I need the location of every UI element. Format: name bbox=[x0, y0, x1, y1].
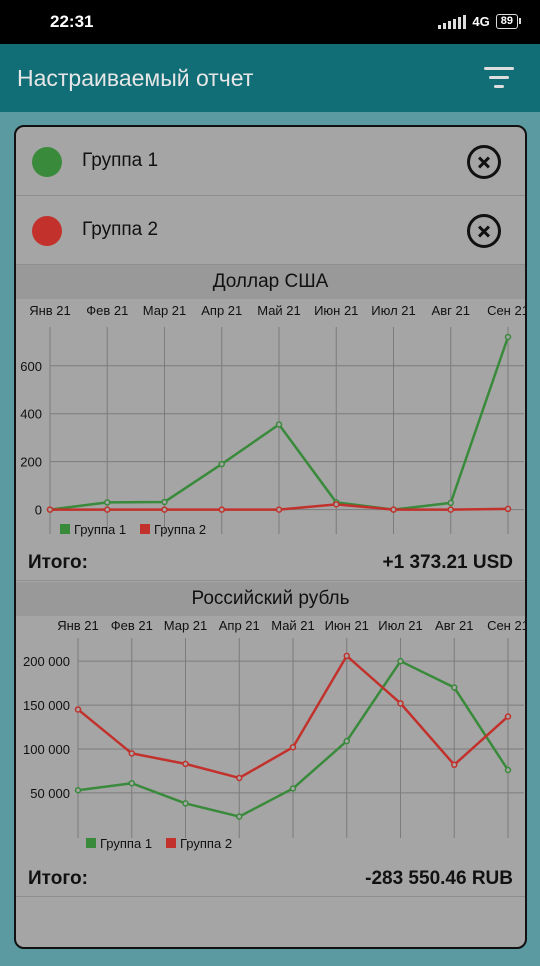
data-point bbox=[397, 657, 404, 665]
data-point bbox=[46, 506, 54, 513]
data-point bbox=[182, 760, 189, 768]
legend-label-1: Группа 1 bbox=[74, 522, 126, 537]
data-point bbox=[128, 750, 135, 757]
data-point bbox=[289, 743, 297, 751]
data-point bbox=[74, 706, 82, 713]
y-tick-label: 600 bbox=[20, 359, 42, 374]
x-tick-label: Фев 21 bbox=[111, 618, 153, 633]
battery-icon: 89 bbox=[495, 14, 522, 29]
y-tick-label: 150 000 bbox=[23, 698, 70, 713]
data-point bbox=[333, 501, 340, 508]
data-point bbox=[236, 813, 243, 820]
x-tick-label: Авг 21 bbox=[435, 618, 473, 633]
group-2-color-dot bbox=[32, 216, 62, 246]
page-title: Настраиваемый отчет bbox=[17, 65, 254, 91]
total-row-usd: Итого: +1 373.21 USD bbox=[16, 544, 525, 581]
group-1-label: Группа 1 bbox=[82, 150, 159, 171]
data-point bbox=[504, 713, 512, 720]
data-point bbox=[343, 652, 350, 660]
total-row-rub: Итого: -283 550.46 RUB bbox=[16, 860, 525, 897]
status-bar: 22:31 4G 89 bbox=[0, 0, 540, 44]
data-point bbox=[275, 506, 283, 513]
legend-swatch-2 bbox=[140, 524, 150, 534]
rub-chart: Янв 21 Фев 21 Мар 21 Апр 21 Май 21 Июн 21 Июл … bbox=[16, 616, 525, 862]
data-point bbox=[504, 505, 512, 513]
y-tick-label: 200 000 bbox=[23, 654, 70, 669]
data-point bbox=[128, 779, 135, 787]
x-tick-label: Июн 21 bbox=[325, 618, 369, 633]
report-card: Группа 1 Группа 2 Доллар США Янв 21 Фев 2… bbox=[14, 125, 527, 949]
data-point bbox=[218, 460, 225, 468]
status-icons: 4G 89 bbox=[438, 14, 522, 29]
data-point bbox=[236, 774, 243, 782]
legend-label-1: Группа 1 bbox=[100, 836, 152, 851]
y-tick-label: 50 000 bbox=[30, 786, 70, 801]
data-point bbox=[161, 506, 168, 513]
data-point bbox=[504, 766, 512, 774]
x-tick-label: Май 21 bbox=[257, 303, 301, 318]
data-point bbox=[451, 684, 458, 691]
usd-chart: Янв 21 Фев 21 Мар 21 Апр 21 Май 21 Июн 21 Июл … bbox=[16, 299, 525, 549]
x-tick-label: Янв 21 bbox=[57, 618, 99, 633]
x-tick-label: Июл 21 bbox=[371, 303, 415, 318]
data-point bbox=[104, 506, 111, 513]
x-tick-label: Мар 21 bbox=[143, 303, 187, 318]
total-value-usd: +1 373.21 USD bbox=[382, 552, 513, 573]
data-point bbox=[504, 333, 512, 341]
group-row-2: Группа 2 bbox=[16, 196, 525, 265]
y-tick-label: 200 bbox=[20, 455, 42, 470]
x-tick-label: Сен 21 bbox=[487, 303, 525, 318]
legend-swatch-1 bbox=[86, 838, 96, 848]
group-row-1: Группа 1 bbox=[16, 127, 525, 196]
status-time: 22:31 bbox=[50, 12, 94, 31]
remove-group-2-button[interactable] bbox=[467, 214, 501, 248]
currency-header-usd: Доллар США bbox=[16, 265, 525, 299]
data-point bbox=[289, 785, 297, 792]
group-1-color-dot bbox=[32, 147, 62, 177]
data-point bbox=[397, 700, 404, 707]
y-tick-label: 0 bbox=[35, 503, 42, 518]
group-2-label: Группа 2 bbox=[82, 219, 159, 240]
total-value-rub: -283 550.46 RUB bbox=[365, 868, 513, 889]
data-point bbox=[161, 498, 168, 506]
network-type: 4G bbox=[472, 14, 490, 29]
currency-header-rub: Российский рубль bbox=[16, 582, 525, 616]
x-tick-label: Май 21 bbox=[271, 618, 315, 633]
x-tick-label: Авг 21 bbox=[432, 303, 470, 318]
data-point bbox=[447, 506, 454, 513]
bottom-strip bbox=[0, 955, 540, 966]
x-tick-label: Фев 21 bbox=[86, 303, 128, 318]
x-tick-label: Апр 21 bbox=[219, 618, 260, 633]
x-tick-label: Апр 21 bbox=[201, 303, 242, 318]
legend-label-2: Группа 2 bbox=[180, 836, 232, 851]
data-point bbox=[218, 506, 225, 513]
legend-label-2: Группа 2 bbox=[154, 522, 206, 537]
legend-swatch-1 bbox=[60, 524, 70, 534]
x-tick-label: Июл 21 bbox=[378, 618, 422, 633]
x-tick-label: Июн 21 bbox=[314, 303, 358, 318]
y-tick-label: 400 bbox=[20, 407, 42, 422]
remove-group-1-button[interactable] bbox=[467, 145, 501, 179]
data-point bbox=[182, 800, 189, 807]
y-tick-label: 100 000 bbox=[23, 742, 70, 757]
total-label-usd: Итого: bbox=[28, 552, 88, 573]
data-point bbox=[390, 506, 397, 513]
data-point bbox=[343, 737, 350, 745]
data-point bbox=[104, 499, 111, 506]
data-point bbox=[447, 499, 454, 507]
legend-swatch-2 bbox=[166, 838, 176, 848]
data-point bbox=[275, 421, 283, 428]
x-tick-label: Сен 21 bbox=[487, 618, 525, 633]
total-label-rub: Итого: bbox=[28, 868, 88, 889]
chart-svg: Янв 21 Фев 21 Мар 21 Апр 21 Май 21 Июн 21 Июл … bbox=[23, 618, 525, 851]
filter-icon[interactable] bbox=[480, 64, 520, 94]
app-bar: Настраиваемый отчет bbox=[0, 44, 540, 112]
x-tick-label: Мар 21 bbox=[164, 618, 208, 633]
signal-icon bbox=[438, 14, 467, 29]
x-tick-label: Янв 21 bbox=[29, 303, 71, 318]
data-point bbox=[74, 786, 82, 794]
data-point bbox=[451, 761, 458, 769]
chart-svg: Янв 21 Фев 21 Мар 21 Апр 21 Май 21 Июн 21 Июл … bbox=[20, 303, 525, 537]
